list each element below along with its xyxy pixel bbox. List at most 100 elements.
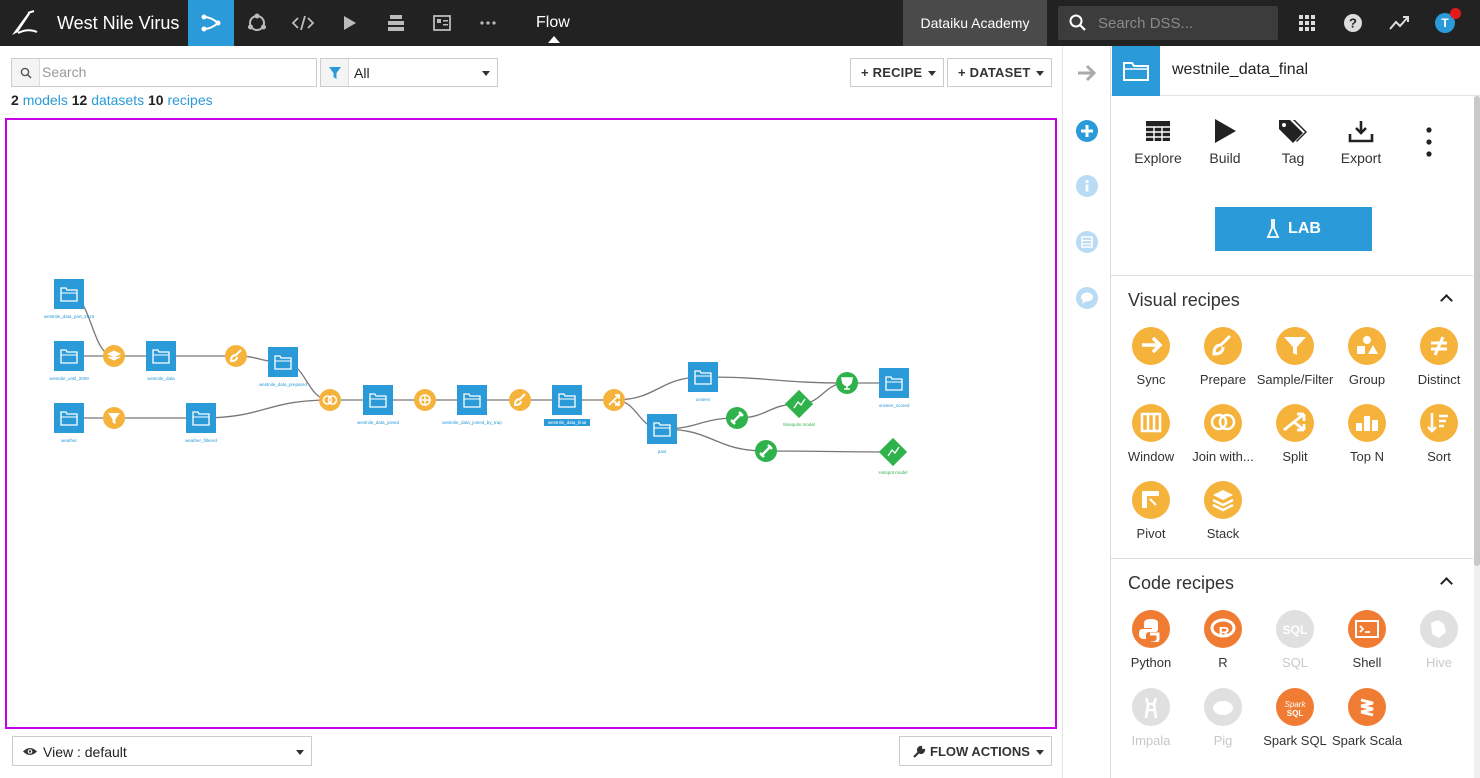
flow-node-model[interactable]: Hotspot model xyxy=(878,437,908,475)
recipe-stack[interactable]: Stack xyxy=(1183,481,1263,541)
flow-node-dataset[interactable]: weather xyxy=(54,403,84,443)
recipe-group[interactable]: Group xyxy=(1327,327,1407,387)
group-icon xyxy=(1348,327,1386,365)
panel-scrollbar[interactable] xyxy=(1474,96,1480,778)
academy-link[interactable]: Dataiku Academy xyxy=(903,0,1047,46)
search-icon xyxy=(1069,14,1086,31)
add-recipe-button[interactable]: + RECIPE xyxy=(850,58,944,87)
explore-label: Explore xyxy=(1134,150,1182,166)
explore-action[interactable]: Explore xyxy=(1128,116,1188,166)
flow-node-dataset[interactable]: westnile_data xyxy=(146,341,176,381)
discussion-icon[interactable] xyxy=(1076,287,1098,309)
flow-node-ml[interactable] xyxy=(755,440,777,462)
flow-node-recipe[interactable] xyxy=(509,389,531,411)
recipe-split[interactable]: Split xyxy=(1255,404,1335,464)
flow-node-recipe[interactable] xyxy=(103,407,125,429)
filter-value: All xyxy=(354,65,370,81)
eye-icon xyxy=(23,748,37,755)
dataiku-logo-icon[interactable] xyxy=(8,8,40,38)
flow-actions-button[interactable]: FLOW ACTIONS xyxy=(899,736,1052,766)
tag-label: Tag xyxy=(1281,150,1305,166)
flow-edge xyxy=(200,399,331,419)
recipe-spark-scala[interactable]: Spark Scala xyxy=(1327,688,1407,748)
flow-node-dataset[interactable]: westnile_data_prepared xyxy=(259,347,308,387)
recipe-prepare[interactable]: Prepare xyxy=(1183,327,1263,387)
flow-node-ml[interactable] xyxy=(726,407,748,429)
flow-node-recipe[interactable] xyxy=(414,389,436,411)
flow-nav-button[interactable] xyxy=(188,0,234,46)
recipe-sync[interactable]: Sync xyxy=(1111,327,1191,387)
recipe-sort[interactable]: Sort xyxy=(1399,404,1479,464)
flow-node-dataset[interactable]: unseen_scored xyxy=(879,368,910,408)
flow-canvas[interactable]: westnile_data_part_2015 westnile_until_20… xyxy=(5,118,1057,729)
flow-node-recipe[interactable] xyxy=(225,345,247,367)
flow-node-dataset[interactable]: westnile_data_joined_by_trap xyxy=(442,385,502,425)
recipe-label: Distinct xyxy=(1417,372,1461,387)
apps-grid-icon[interactable] xyxy=(1296,12,1318,34)
build-action[interactable]: Build xyxy=(1195,116,1255,166)
tag-action[interactable]: Tag xyxy=(1263,116,1323,166)
recipe-shell[interactable]: Shell xyxy=(1327,610,1407,670)
split-icon xyxy=(1276,404,1314,442)
export-action[interactable]: Export xyxy=(1331,116,1391,166)
lab-nav-button[interactable] xyxy=(234,0,280,46)
add-circle-icon[interactable] xyxy=(1076,120,1098,142)
sort-icon xyxy=(1420,404,1458,442)
models-link[interactable]: models xyxy=(23,92,68,108)
svg-text:?: ? xyxy=(1349,16,1357,31)
recipe-top-n[interactable]: Top N xyxy=(1327,404,1407,464)
recipe-label: R xyxy=(1218,655,1228,670)
recipe-python[interactable]: Python xyxy=(1111,610,1191,670)
global-search-input[interactable]: Search DSS... xyxy=(1058,6,1278,40)
recipe-sample-filter[interactable]: Sample/Filter xyxy=(1255,327,1335,387)
flow-node-label: Hotspot model xyxy=(878,470,907,475)
flow-node-dataset[interactable]: weather_filtered xyxy=(185,403,218,443)
panel-scrollbar-thumb[interactable] xyxy=(1474,96,1480,566)
recipes-link[interactable]: recipes xyxy=(167,92,212,108)
flow-node-ml[interactable] xyxy=(836,372,858,394)
play-icon xyxy=(1215,119,1236,143)
activity-trend-icon[interactable] xyxy=(1388,12,1410,34)
flow-node-recipe[interactable] xyxy=(103,345,125,367)
view-select-label: View : default xyxy=(43,744,127,760)
flow-graph[interactable]: westnile_data_part_2015 westnile_until_20… xyxy=(7,120,1055,727)
code-nav-button[interactable] xyxy=(280,0,326,46)
dashboards-nav-button[interactable] xyxy=(419,0,465,46)
help-icon[interactable]: ? xyxy=(1342,12,1364,34)
flow-node-dataset[interactable]: westnile_data_final xyxy=(544,385,590,426)
lab-button[interactable]: LAB xyxy=(1215,207,1372,251)
flow-node-recipe[interactable] xyxy=(603,389,625,411)
flow-node-dataset[interactable]: past xyxy=(647,414,677,454)
flow-filter-select[interactable]: All xyxy=(320,58,498,87)
flow-search-field[interactable] xyxy=(11,58,317,87)
flow-node-dataset[interactable]: unseen xyxy=(688,362,718,402)
project-title[interactable]: West Nile Virus xyxy=(57,13,179,34)
flow-node-recipe[interactable] xyxy=(319,389,341,411)
recipe-join-with[interactable]: Join with... xyxy=(1183,404,1263,464)
add-dataset-button[interactable]: + DATASET xyxy=(947,58,1052,87)
wiki-nav-button[interactable] xyxy=(373,0,419,46)
arrow-right-icon[interactable] xyxy=(1076,63,1098,83)
info-circle-icon[interactable] xyxy=(1076,175,1098,197)
flow-node-dataset[interactable]: westnile_until_2009 xyxy=(49,341,89,381)
flow-node-model[interactable]: Mosquito model xyxy=(783,389,815,427)
recipe-r[interactable]: RR xyxy=(1183,610,1263,670)
svg-text:SQL: SQL xyxy=(1283,623,1308,637)
recipe-window[interactable]: Window xyxy=(1111,404,1191,464)
recipe-label: Pig xyxy=(1213,733,1233,748)
filter-icon xyxy=(321,59,349,86)
datasets-link[interactable]: datasets xyxy=(91,92,144,108)
schema-list-icon[interactable] xyxy=(1076,231,1098,253)
recipe-spark-sql[interactable]: Spark SQL Spark SQL xyxy=(1255,688,1335,748)
flow-node-label: westnile_data_joined xyxy=(357,420,400,425)
more-nav-button[interactable] xyxy=(465,0,511,46)
view-select[interactable]: View : default xyxy=(12,736,312,766)
more-vertical-icon[interactable] xyxy=(1425,126,1433,160)
chevron-up-icon[interactable] xyxy=(1440,294,1453,307)
flow-search-input[interactable] xyxy=(42,61,312,83)
jobs-nav-button[interactable] xyxy=(326,0,372,46)
chevron-up-icon[interactable] xyxy=(1440,577,1453,590)
flow-node-dataset[interactable]: westnile_data_joined xyxy=(357,385,400,425)
recipe-distinct[interactable]: Distinct xyxy=(1399,327,1479,387)
recipe-pivot[interactable]: Pivot xyxy=(1111,481,1191,541)
